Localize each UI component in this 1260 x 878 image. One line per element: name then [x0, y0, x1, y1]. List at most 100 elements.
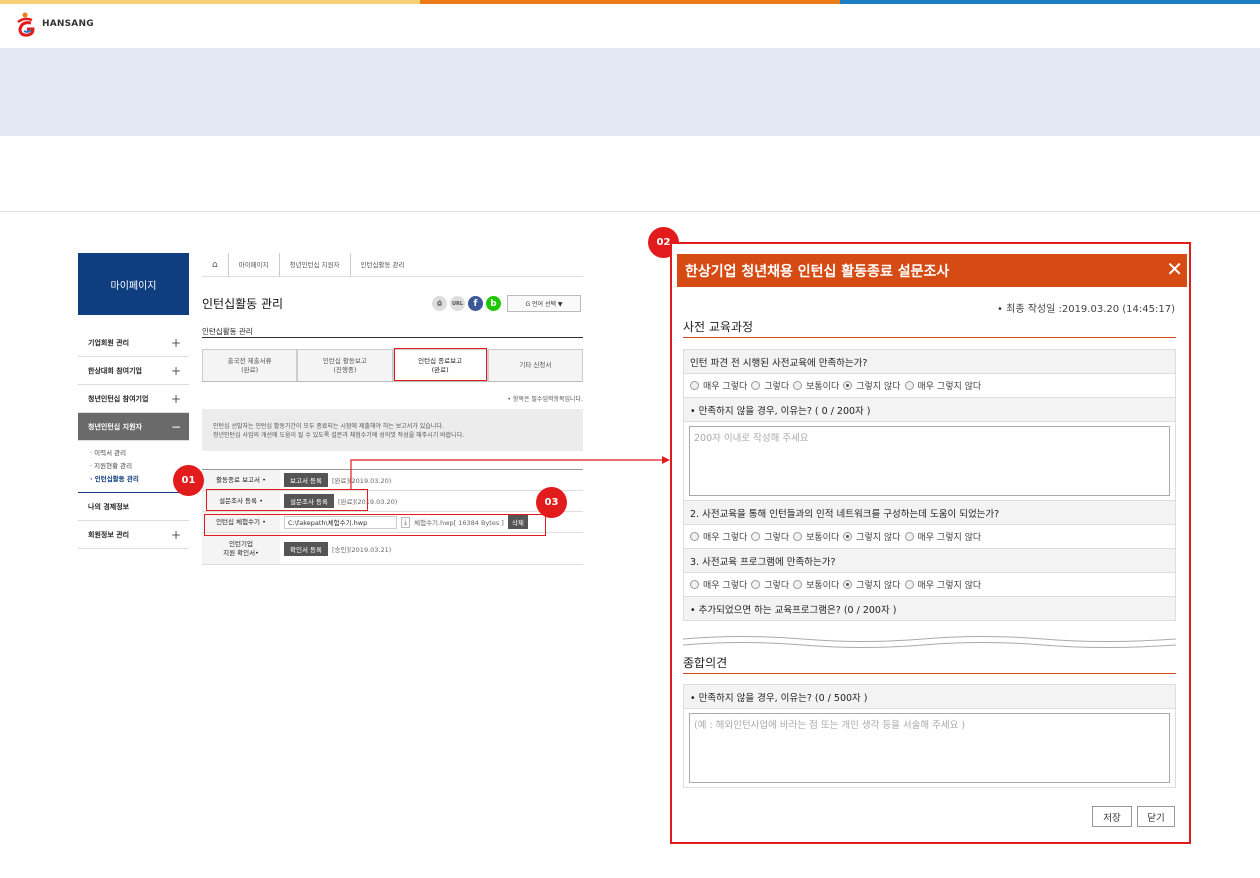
section-title-overall: 종합의견: [683, 656, 728, 670]
minus-icon[interactable]: −: [171, 420, 181, 434]
radio-button[interactable]: [793, 580, 803, 589]
radio-button[interactable]: [751, 381, 761, 390]
top-color-stripe: [0, 0, 1260, 4]
radio-label: 그렇다: [764, 382, 790, 392]
radio-group-q3: 매우 그렇다 그렇다 보통이다 그렇지 않다 매우 그렇지 않다: [684, 573, 1175, 597]
sidebar-item-label: 청년인턴십 지원자: [88, 422, 142, 431]
breadcrumb-item[interactable]: 마이페이지: [229, 252, 280, 277]
language-select[interactable]: G 언어 선택 ▼: [507, 295, 581, 312]
radio-button[interactable]: [904, 532, 914, 541]
radio-label: 매우 그렇지 않다: [917, 382, 982, 392]
url-icon[interactable]: URL: [450, 296, 465, 311]
plus-icon[interactable]: +: [171, 392, 181, 406]
close-icon[interactable]: ✕: [1166, 259, 1183, 279]
section-subtitle: 인턴십활동 관리: [202, 327, 253, 336]
radio-button[interactable]: [904, 381, 914, 390]
radio-button[interactable]: [843, 381, 853, 390]
facebook-icon[interactable]: f: [468, 296, 483, 311]
highlight-survey-row: [206, 489, 368, 511]
breadcrumb-item[interactable]: 인턴십활동 관리: [351, 253, 415, 277]
radio-button[interactable]: [843, 532, 853, 541]
radio-button[interactable]: [904, 580, 914, 589]
sidebar-item-label: 청년인턴십 참여기업: [88, 394, 149, 403]
tab-other-applications[interactable]: 기타 신청서: [487, 349, 583, 381]
register-confirmation-button[interactable]: 확인서 등록: [284, 541, 328, 556]
radio-label: 그렇지 않다: [856, 382, 901, 392]
tab-activity-report[interactable]: 인턴십 활동보고 (진행중): [297, 349, 393, 381]
radio-button[interactable]: [793, 532, 803, 541]
section-title-pre-education: 사전 교육과정: [683, 320, 754, 334]
popup-header: 한상기업 청년채용 인턴십 활동종료 설문조사 ✕: [677, 254, 1187, 287]
row-label: 활동종료 보고서 •: [202, 470, 280, 490]
question-group-1: 인턴 파견 전 시행된 사전교육에 만족하는가? 매우 그렇다 그렇다 보통이다 그렇…: [683, 349, 1176, 621]
question-1-reason: • 만족하지 않을 경우, 이유는? ( 0 / 200자 ): [684, 398, 1175, 422]
breadcrumb-item[interactable]: 청년인턴십 지원자: [280, 252, 351, 277]
sidebar-item-corporate-member[interactable]: 기업회원 관리 +: [78, 329, 189, 357]
step-badge-01: 01: [173, 465, 204, 496]
sidebar-item-label: 회원정보 관리: [88, 530, 130, 539]
divider: [202, 337, 583, 338]
overall-textarea[interactable]: (예 : 해외인턴사업에 바라는 점 또는 개인 생각 등을 서술해 주세요 ): [689, 713, 1170, 783]
notice-box: 인턴십 선발자는 인턴십 활동기간이 모두 종료되는 시점에 제출해야 하는 보…: [202, 409, 583, 451]
last-written-date: • 최종 작성일 :2019.03.20 (14:45:17): [997, 304, 1175, 315]
stripe-yellow: [0, 0, 420, 4]
sidebar-item-label: 나의 경제정보: [88, 502, 130, 511]
breadcrumb: ⌂ 마이페이지 청년인턴십 지원자 인턴십활동 관리: [202, 252, 583, 277]
radio-button[interactable]: [690, 381, 699, 390]
survey-popup: 한상기업 청년채용 인턴십 활동종료 설문조사 ✕ • 최종 작성일 :2019…: [670, 242, 1191, 844]
submenu-application-status[interactable]: · 지원현황 관리: [90, 460, 189, 473]
register-report-button[interactable]: 보고서 등록: [284, 473, 328, 487]
plus-icon[interactable]: +: [171, 364, 181, 378]
radio-button[interactable]: [690, 580, 699, 589]
print-icon[interactable]: ⎙: [432, 296, 447, 311]
sidebar-item-convention-company[interactable]: 한상대회 참여기업 +: [78, 357, 189, 385]
plus-icon[interactable]: +: [171, 528, 181, 542]
question-3: 3. 사전교육 프로그램에 만족하는가?: [684, 549, 1175, 573]
plus-icon[interactable]: +: [171, 336, 181, 350]
radio-label: 매우 그렇다: [703, 533, 748, 543]
question-3-extra: • 추가되었으면 하는 교육프로그램은? (0 / 200자 ): [684, 597, 1175, 621]
logo-text: HANSANG: [42, 19, 94, 29]
content-break-wave: [683, 633, 1176, 651]
stripe-orange: [420, 0, 840, 4]
radio-button[interactable]: [751, 532, 761, 541]
radio-label: 매우 그렇지 않다: [917, 581, 982, 591]
radio-button[interactable]: [843, 580, 853, 589]
radio-label: 보통이다: [806, 382, 840, 392]
radio-label: 보통이다: [806, 581, 840, 591]
sidebar-item-economy-info[interactable]: 나의 경제정보: [78, 493, 189, 521]
sidebar-item-label: 한상대회 참여기업: [88, 366, 142, 375]
share-icons: ⎙ URL f b G 언어 선택 ▼: [432, 295, 581, 312]
stripe-blue: [840, 0, 1260, 4]
highlight-end-report-tab: [394, 348, 487, 381]
status-text: [승인](2019.03.21): [331, 545, 392, 554]
save-button[interactable]: 저장: [1092, 806, 1132, 827]
required-note: • 항목은 필수입력항목입니다.: [507, 396, 583, 403]
section-divider: [683, 673, 1176, 674]
popup-title: 한상기업 청년채용 인턴십 활동종료 설문조사: [685, 263, 950, 280]
sidebar: 마이페이지 기업회원 관리 + 한상대회 참여기업 + 청년인턴십 참여기업 + 청년…: [78, 253, 189, 549]
radio-button[interactable]: [690, 532, 699, 541]
section-divider: [683, 337, 1176, 338]
row-label: 인턴기업 지원 확인서•: [202, 533, 280, 564]
radio-label: 매우 그렇지 않다: [917, 533, 982, 543]
radio-label: 그렇다: [764, 581, 790, 591]
home-icon[interactable]: ⌂: [202, 252, 229, 277]
page-title: 인턴십활동 관리: [202, 297, 284, 311]
tab-pre-departure[interactable]: 출국전 제출서류 (완료): [202, 349, 298, 381]
radio-label: 그렇지 않다: [856, 581, 901, 591]
reason-textarea[interactable]: 200자 이내로 작성해 주세요: [689, 426, 1170, 496]
table-row: 인턴기업 지원 확인서• 확인서 등록 [승인](2019.03.21): [202, 533, 583, 565]
sidebar-item-internship-company[interactable]: 청년인턴십 참여기업 +: [78, 385, 189, 413]
table-row: 활동종료 보고서 • 보고서 등록 [완료](2019.03.20): [202, 470, 583, 491]
sidebar-item-member-info[interactable]: 회원정보 관리 +: [78, 521, 189, 549]
close-button[interactable]: 닫기: [1137, 806, 1175, 827]
radio-button[interactable]: [793, 381, 803, 390]
question-overall: • 만족하지 않을 경우, 이유는? (0 / 500자 ): [684, 685, 1175, 709]
sidebar-item-internship-applicant[interactable]: 청년인턴십 지원자 −: [78, 413, 189, 441]
radio-label: 보통이다: [806, 533, 840, 543]
submenu-resume[interactable]: · 이력서 관리: [90, 447, 189, 460]
radio-button[interactable]: [751, 580, 761, 589]
hansang-logo[interactable]: HANSANG: [14, 10, 94, 38]
blog-icon[interactable]: b: [486, 296, 501, 311]
